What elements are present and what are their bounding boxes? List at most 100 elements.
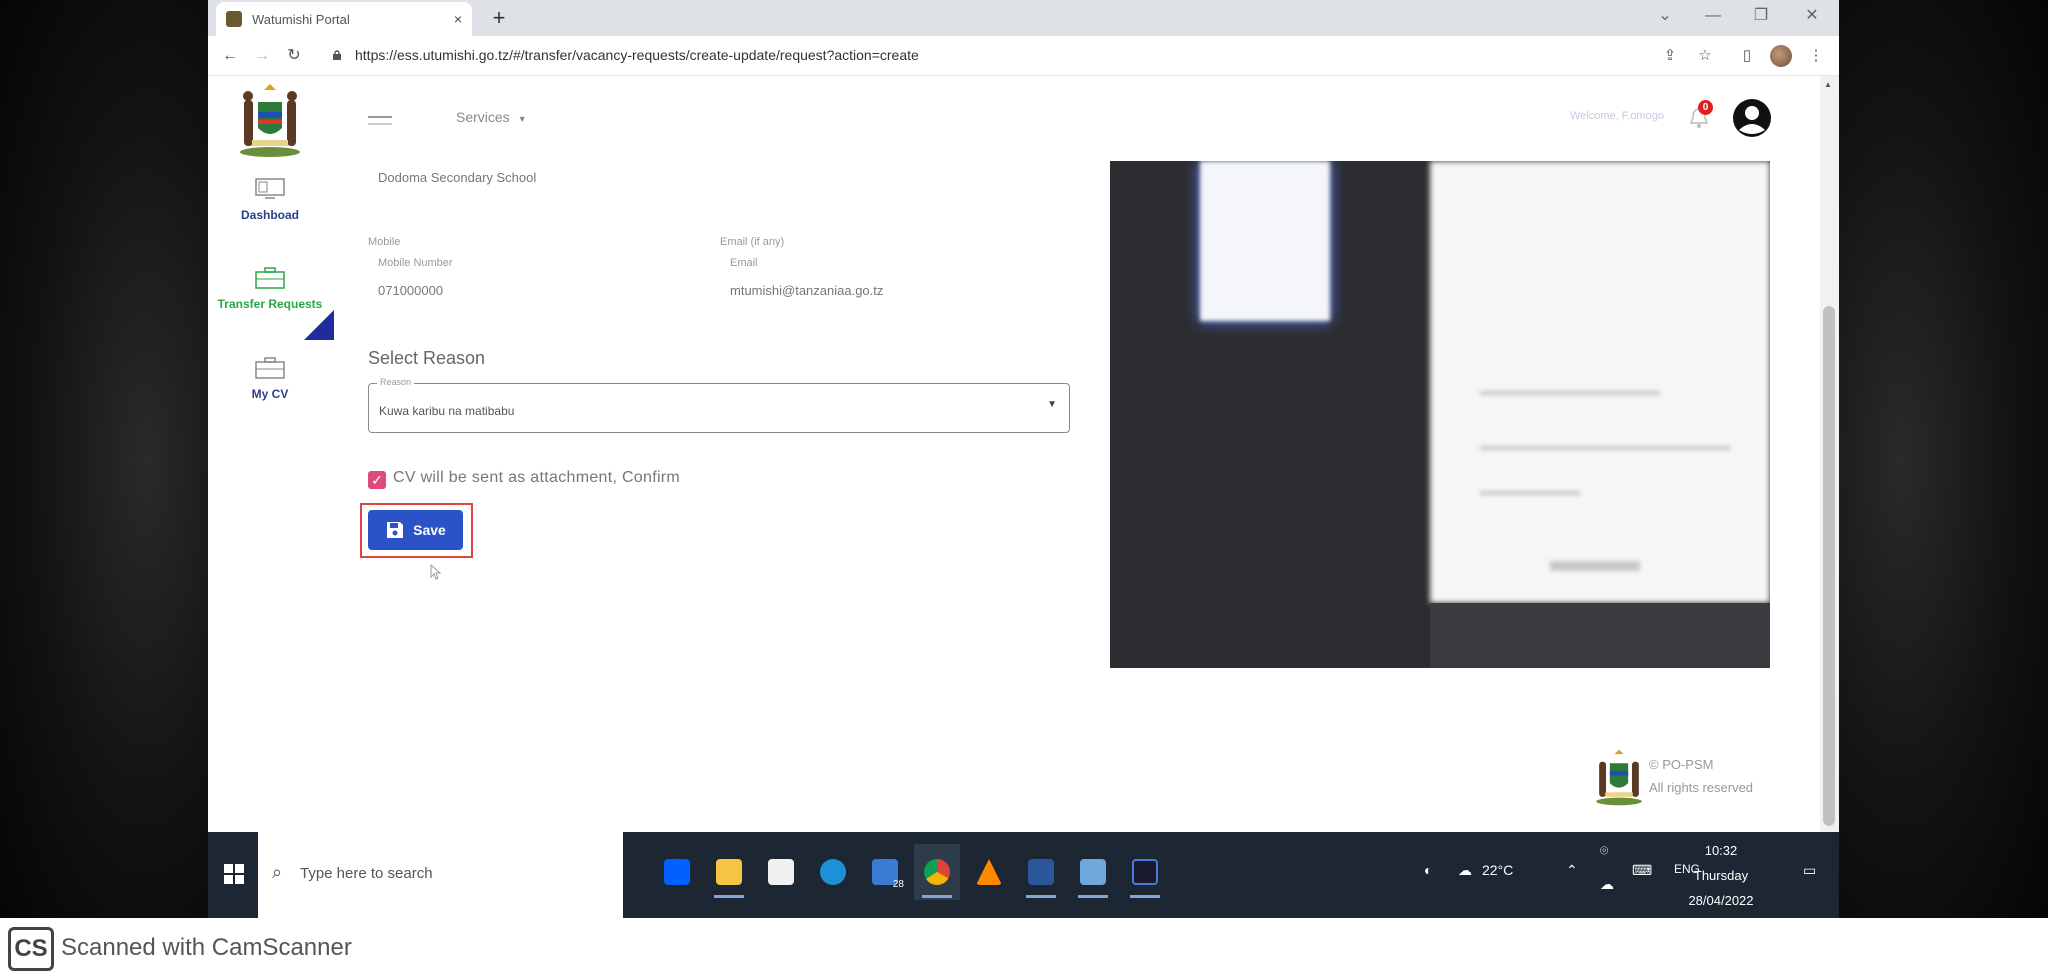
sidebar-item-my-cv[interactable]: My CV <box>208 357 332 403</box>
confirm-checkbox[interactable]: ✓ <box>368 471 386 489</box>
capture-icon <box>1132 859 1158 885</box>
windows-taskbar: ⌕ Type here to search 28 ◐ ☁ 22°C ⌃ ⌾ ☁ … <box>208 832 1839 918</box>
mail-app[interactable]: 28 <box>862 844 908 900</box>
floppy-disk-icon <box>387 522 404 538</box>
running-indicator <box>1026 895 1056 898</box>
capture-app[interactable] <box>1122 844 1168 900</box>
side-panel-icon[interactable]: ▯ <box>1737 46 1757 66</box>
notifications-icon[interactable]: ▭ <box>1803 862 1816 879</box>
windows-start-icon[interactable] <box>224 864 244 884</box>
word-icon <box>1028 859 1054 885</box>
mobile-field[interactable]: 071000000 <box>378 283 443 298</box>
clock-date: 28/04/2022 <box>1688 893 1754 908</box>
scroll-up-icon[interactable]: ▲ <box>1824 80 1832 89</box>
user-avatar-icon[interactable] <box>1732 98 1772 138</box>
dropbox-app[interactable] <box>654 844 700 900</box>
store-icon <box>768 859 794 885</box>
preview-line <box>1550 561 1640 571</box>
store-app[interactable] <box>758 844 804 900</box>
address-bar[interactable]: https://ess.utumishi.go.tz/#/transfer/va… <box>355 47 919 63</box>
sidebar-item-label: Dashboad <box>240 208 299 222</box>
active-indicator <box>304 310 334 340</box>
browser-tab[interactable]: Watumishi Portal × <box>216 2 472 36</box>
tab-title: Watumishi Portal <box>252 11 350 27</box>
keyboard-icon[interactable]: ⌨ <box>1632 862 1652 879</box>
forward-icon[interactable]: → <box>250 44 274 68</box>
sidebar: Dashboad Transfer Requests My CV <box>208 76 334 832</box>
chevron-down-icon: ▼ <box>1047 399 1057 410</box>
edge-app[interactable] <box>810 844 856 900</box>
vlc-app[interactable] <box>966 844 1012 900</box>
sidebar-item-transfer-requests[interactable]: Transfer Requests <box>208 267 332 313</box>
back-icon[interactable]: ← <box>218 44 242 68</box>
welcome-text: Welcome, F.omogo <box>1570 110 1664 122</box>
edge-icon <box>820 859 846 885</box>
restore-button[interactable]: ❐ <box>1737 0 1785 32</box>
services-label: Services <box>456 109 510 125</box>
folder-icon <box>716 859 742 885</box>
monitor-icon <box>255 178 285 199</box>
reload-icon[interactable]: ↻ <box>282 44 306 68</box>
search-icon: ⌕ <box>272 862 283 882</box>
background-left <box>0 0 208 918</box>
save-label: Save <box>413 522 446 538</box>
mail-badge: 28 <box>892 879 904 890</box>
page-content: Dashboad Transfer Requests My CV Service… <box>208 76 1839 832</box>
help-globe-icon[interactable]: ◐ <box>1424 862 1432 878</box>
mobile-field-label: Mobile Number <box>378 257 453 269</box>
sidebar-item-dashboard[interactable]: Dashboad <box>208 178 332 224</box>
onedrive-cloud-icon[interactable]: ☁ <box>1600 876 1614 893</box>
hamburger-menu-icon[interactable] <box>368 116 392 125</box>
file-explorer-app[interactable] <box>706 844 752 900</box>
preview-line <box>1480 391 1660 395</box>
coat-of-arms-logo <box>240 84 300 157</box>
dropbox-icon <box>664 859 690 885</box>
services-menu[interactable]: Services ▼ <box>456 109 527 125</box>
sidebar-item-label: Transfer Requests <box>217 297 323 311</box>
blurred-preview-image <box>1110 161 1770 668</box>
reason-select-value: Kuwa karibu na matibabu <box>379 404 515 418</box>
taskbar-search[interactable]: ⌕ Type here to search <box>258 832 623 918</box>
browser-window: Watumishi Portal × + ⌄ — ❐ ✕ ← → ↻ https… <box>208 0 1839 918</box>
background-right <box>1839 0 2048 918</box>
vlc-icon <box>976 859 1002 885</box>
close-window-button[interactable]: ✕ <box>1788 0 1836 32</box>
mobile-section-label: Mobile <box>368 236 401 248</box>
address-toolbar: ← → ↻ https://ess.utumishi.go.tz/#/trans… <box>208 36 1839 76</box>
preview-document-thumbnail <box>1200 161 1330 321</box>
minimize-button[interactable]: — <box>1689 0 1737 32</box>
email-field-label: Email <box>730 257 758 269</box>
lock-icon <box>333 50 341 60</box>
scrollbar-thumb[interactable] <box>1823 306 1835 826</box>
reason-select[interactable]: Reason Kuwa karibu na matibabu ▼ <box>368 377 1070 433</box>
mouse-cursor-icon <box>430 564 442 580</box>
close-tab-icon[interactable]: × <box>454 11 462 27</box>
tab-search-icon[interactable]: ⌄ <box>1641 0 1689 32</box>
usb-icon[interactable]: ⌾ <box>1600 842 1608 859</box>
profile-avatar[interactable] <box>1770 45 1792 67</box>
notification-badge: 0 <box>1698 100 1713 115</box>
footer-copyright: © PO-PSM <box>1649 757 1714 772</box>
clock-time: 10:32 <box>1704 843 1738 858</box>
search-placeholder: Type here to search <box>300 865 433 882</box>
clock-day: Thursday <box>1693 868 1749 883</box>
bookmark-star-icon[interactable]: ☆ <box>1695 46 1715 66</box>
new-tab-button[interactable]: + <box>484 4 514 32</box>
camscanner-watermark: CS Scanned with CamScanner <box>0 918 2048 978</box>
briefcase-icon <box>255 267 285 289</box>
tray-chevron-up-icon[interactable]: ⌃ <box>1566 862 1578 879</box>
chrome-app[interactable] <box>914 844 960 900</box>
save-button[interactable]: Save <box>368 510 463 550</box>
email-section-label: Email (if any) <box>720 236 785 248</box>
preview-document-page <box>1430 161 1770 603</box>
email-field[interactable]: mtumishi@tanzaniaa.go.tz <box>730 283 883 298</box>
taskbar-clock[interactable]: 10:32 Thursday 28/04/2022 <box>1683 838 1759 913</box>
menu-kebab-icon[interactable]: ⋮ <box>1806 46 1826 66</box>
running-indicator <box>714 895 744 898</box>
weather-cloud-icon[interactable]: ☁ <box>1458 862 1472 879</box>
running-indicator <box>1078 895 1108 898</box>
temperature[interactable]: 22°C <box>1482 862 1513 878</box>
share-icon[interactable]: ⇪ <box>1660 46 1680 66</box>
notes-app[interactable] <box>1070 844 1116 900</box>
word-app[interactable] <box>1018 844 1064 900</box>
